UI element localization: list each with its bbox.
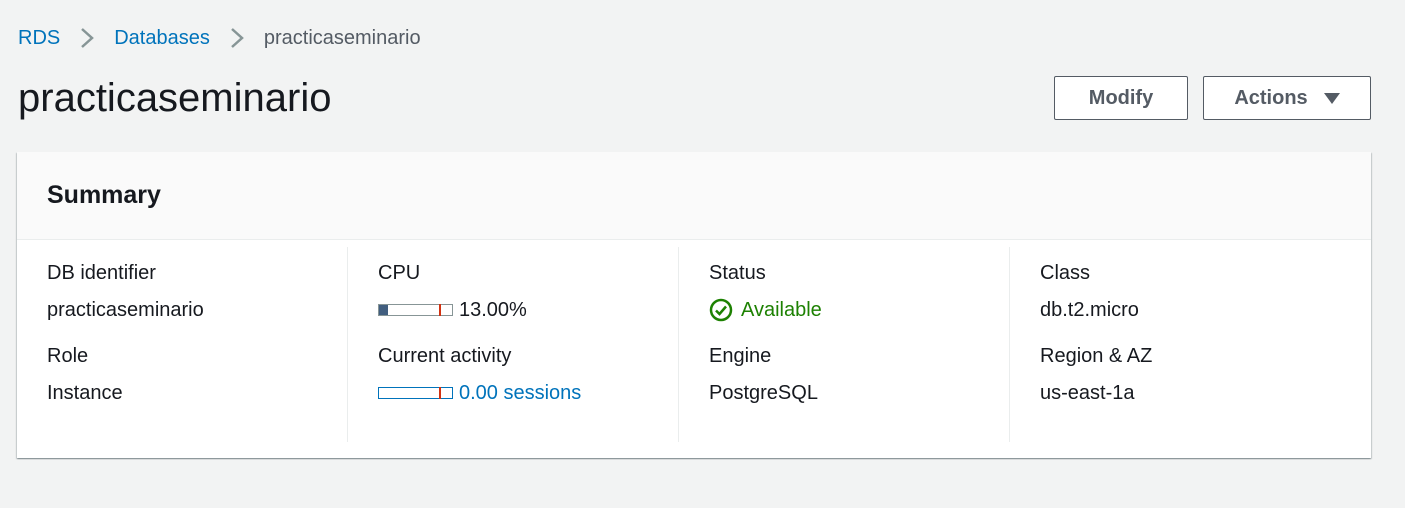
cpu-meter-threshold [438, 304, 441, 316]
chevron-right-icon [220, 26, 254, 50]
current-activity-value: 0.00 sessions [459, 382, 582, 404]
summary-columns: DB identifier practicaseminario Role Ins… [17, 240, 1371, 442]
cpu-meter [378, 304, 453, 316]
modify-button-label: Modify [1088, 86, 1154, 109]
cpu-value: 13.00% [459, 299, 527, 321]
page-title: practicaseminario [18, 76, 332, 120]
status-field: Status Available [709, 261, 1009, 322]
summary-column-status: Status Available Engine PostgreSQL [679, 247, 1010, 442]
role-label: Role [47, 345, 89, 367]
db-identifier-field: DB identifier practicaseminario [47, 261, 347, 322]
current-activity-field: Current activity 0.00 sessions [378, 344, 678, 405]
activity-meter [378, 387, 453, 399]
caret-down-icon [1323, 92, 1340, 104]
breadcrumb-databases[interactable]: Databases [114, 26, 210, 50]
cpu-label: CPU [378, 262, 421, 284]
summary-column-metrics: CPU 13.00% Current activity 0.00 session… [348, 247, 679, 442]
actions-dropdown-button[interactable]: Actions [1203, 76, 1371, 120]
class-value: db.t2.micro [1040, 299, 1139, 321]
cpu-field: CPU 13.00% [378, 261, 678, 322]
current-activity-label: Current activity [378, 345, 512, 367]
summary-heading: Summary [47, 181, 161, 209]
status-label: Status [709, 262, 766, 284]
summary-panel: Summary DB identifier practicaseminario … [17, 152, 1371, 458]
current-activity-link[interactable]: 0.00 sessions [378, 381, 678, 405]
summary-column-class: Class db.t2.micro Region & AZ us-east-1a [1010, 247, 1341, 442]
breadcrumb: RDS Databases practicaseminario [18, 26, 421, 50]
summary-column-identity: DB identifier practicaseminario Role Ins… [17, 247, 348, 442]
region-az-label: Region & AZ [1040, 345, 1153, 367]
role-field: Role Instance [47, 344, 347, 405]
modify-button[interactable]: Modify [1054, 76, 1188, 120]
check-circle-icon [709, 298, 733, 322]
engine-field: Engine PostgreSQL [709, 344, 1009, 405]
region-az-value: us-east-1a [1040, 382, 1135, 404]
db-identifier-label: DB identifier [47, 262, 156, 284]
status-value: Available [741, 299, 822, 321]
breadcrumb-current: practicaseminario [263, 27, 421, 49]
chevron-right-icon [70, 26, 104, 50]
activity-meter-threshold [438, 387, 441, 399]
engine-value: PostgreSQL [709, 382, 818, 404]
cpu-meter-fill [379, 305, 389, 315]
class-field: Class db.t2.micro [1040, 261, 1341, 322]
cpu-value-row: 13.00% [378, 298, 678, 322]
region-az-field: Region & AZ us-east-1a [1040, 344, 1341, 405]
engine-label: Engine [709, 345, 772, 367]
role-value: Instance [47, 382, 123, 404]
class-label: Class [1040, 262, 1091, 284]
summary-header: Summary [17, 152, 1371, 240]
status-value-row: Available [709, 298, 1009, 322]
breadcrumb-rds[interactable]: RDS [18, 26, 60, 50]
db-identifier-value: practicaseminario [47, 299, 204, 321]
actions-button-label: Actions [1234, 86, 1308, 109]
